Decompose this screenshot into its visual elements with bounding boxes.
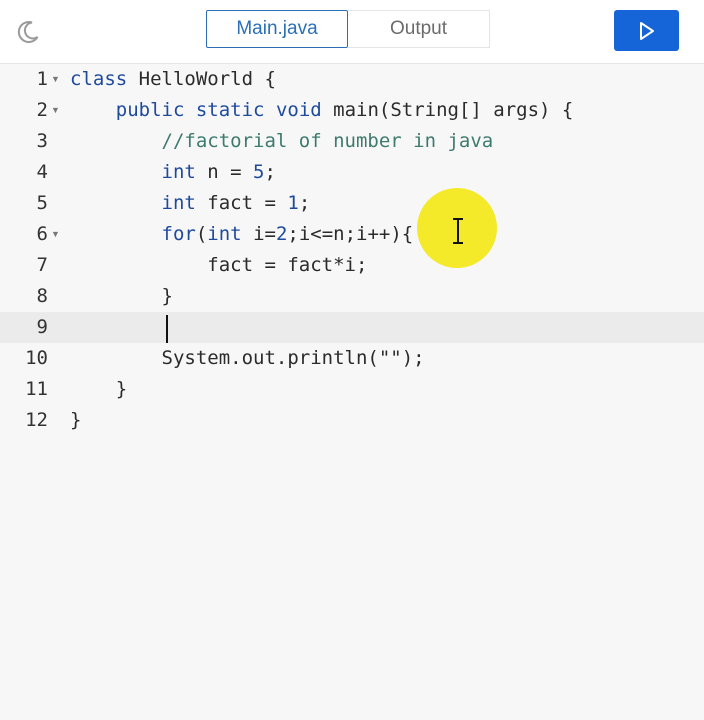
code-line-active[interactable]: 9 — [0, 312, 704, 343]
tab-main-java[interactable]: Main.java — [206, 10, 348, 48]
code-line[interactable]: 2 ▼ public static void main(String[] arg… — [0, 95, 704, 126]
line-number: 5 — [36, 192, 48, 214]
code-text: class HelloWorld { — [70, 68, 276, 90]
code-line[interactable]: 7 fact = fact*i; — [0, 250, 704, 281]
tab-output[interactable]: Output — [348, 10, 490, 48]
code-line[interactable]: 11 } — [0, 374, 704, 405]
code-text: //factorial of number in java — [70, 130, 494, 152]
fold-arrow-icon[interactable]: ▼ — [51, 219, 60, 250]
code-line[interactable]: 6 ▼ for(int i=2;i<=n;i++){ — [0, 219, 704, 250]
line-number: 11 — [25, 378, 48, 400]
code-text: } — [70, 409, 82, 431]
run-button[interactable] — [614, 10, 679, 51]
code-text: public static void main(String[] args) { — [115, 99, 574, 121]
code-text: int fact = 1; — [161, 192, 311, 214]
fold-arrow-icon[interactable]: ▼ — [51, 95, 60, 126]
line-number: 12 — [25, 409, 48, 431]
top-toolbar: Main.java Output — [0, 0, 704, 64]
ibeam-cursor-icon — [453, 218, 463, 244]
line-number: 4 — [36, 161, 48, 183]
code-line[interactable]: 5 int fact = 1; — [0, 188, 704, 219]
code-line[interactable]: 8 } — [0, 281, 704, 312]
line-number: 3 — [36, 130, 48, 152]
code-text: int n = 5; — [161, 161, 276, 183]
code-line[interactable]: 10 System.out.println(""); — [0, 343, 704, 374]
line-number: 7 — [36, 254, 48, 276]
moon-icon[interactable] — [14, 18, 42, 46]
code-editor[interactable]: 1 ▼ class HelloWorld { 2 ▼ public static… — [0, 64, 704, 720]
code-text: System.out.println(""); — [70, 347, 425, 369]
line-number: 1 — [36, 68, 48, 90]
code-line[interactable]: 1 ▼ class HelloWorld { — [0, 64, 704, 95]
code-line[interactable]: 12 } — [0, 405, 704, 436]
line-number: 10 — [25, 347, 48, 369]
line-number: 8 — [36, 285, 48, 307]
code-text: for(int i=2;i<=n;i++){ — [161, 223, 414, 245]
code-text: fact = fact*i; — [70, 254, 368, 276]
play-icon — [639, 21, 654, 40]
line-number: 9 — [36, 316, 48, 338]
code-line[interactable]: 4 int n = 5; — [0, 157, 704, 188]
fold-arrow-icon[interactable]: ▼ — [51, 64, 60, 95]
line-number: 2 — [36, 99, 48, 121]
line-number: 6 — [36, 223, 48, 245]
file-tabs: Main.java Output — [206, 10, 490, 50]
code-text: } — [70, 285, 173, 307]
code-text: } — [70, 378, 128, 400]
text-cursor — [166, 315, 168, 343]
code-line[interactable]: 3 //factorial of number in java — [0, 126, 704, 157]
